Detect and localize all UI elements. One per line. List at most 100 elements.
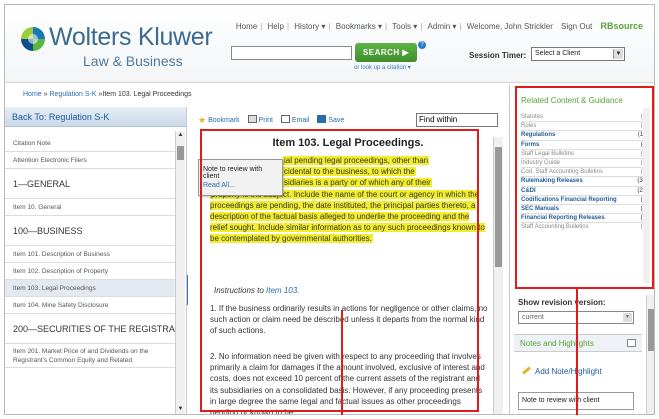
related-content-list: Statutes(0)Rules(0)Regulations(11)Forms(… — [521, 113, 648, 232]
related-content-label[interactable]: C&DI — [521, 187, 536, 195]
related-content-item[interactable]: Financial Reporting Releases(1) — [521, 213, 648, 222]
email-button[interactable]: Email — [280, 115, 309, 124]
search-button[interactable]: SEARCH ▶ — [355, 43, 417, 62]
related-content-item[interactable]: C&DI(22) — [521, 185, 648, 195]
highlighted-text[interactable]: ial pending legal proceedings, other tha… — [283, 156, 430, 165]
related-content-label[interactable]: Financial Reporting Releases — [521, 214, 605, 222]
right-panel-scrollbar[interactable] — [646, 295, 654, 414]
note-item[interactable]: Note to review with client — [518, 392, 634, 410]
related-content-label[interactable]: Codifications Financial Reporting — [521, 196, 617, 204]
document-pane: ★ Bookmark Print Email Save Find within I… — [188, 107, 508, 415]
related-content-label: Staff Accounting Bulletins — [521, 224, 589, 231]
related-content-item[interactable]: SEC Manuals(3) — [521, 204, 648, 213]
note-popup-text: Note to review with client — [203, 166, 263, 180]
note-popup[interactable]: Note to review with client Read All... — [198, 159, 283, 196]
breadcrumb-home[interactable]: Home — [23, 91, 42, 98]
related-content-label: Industry Guide — [521, 160, 561, 167]
paragraph-2: 2. No information need be given with res… — [210, 352, 485, 415]
pencil-icon — [522, 366, 531, 375]
related-content-item[interactable]: Rulemaking Releases(34) — [521, 176, 648, 185]
scroll-thumb[interactable] — [177, 146, 184, 160]
read-all-link[interactable]: Read All... — [203, 182, 278, 189]
related-content-label[interactable]: Rulemaking Releases — [521, 177, 583, 185]
scroll-down-icon[interactable]: ▼ — [176, 405, 185, 414]
client-select[interactable]: Select a Client ▼ — [531, 47, 625, 61]
paragraph-1: 1. If the business ordinarily results in… — [210, 304, 488, 336]
toc-item[interactable]: Item 201. Market Price of and Dividends … — [5, 344, 175, 368]
highlighted-text[interactable]: property is the subject. Include the nam… — [210, 189, 485, 244]
save-button[interactable]: Save — [317, 115, 344, 124]
help-icon[interactable]: ? — [418, 41, 426, 49]
related-content-label: Cod. Staff Accounting Bulletins — [521, 169, 603, 176]
toc-item[interactable]: Item 104. Mine Safety Disclosure — [5, 297, 175, 314]
chevron-down-icon[interactable]: ▼ — [623, 313, 632, 322]
welcome-text: Welcome, John Strickler — [466, 22, 553, 31]
breadcrumb: Home » Regulation S-K »Item 103. Legal P… — [23, 91, 192, 98]
related-content-label[interactable]: Forms — [521, 141, 539, 149]
toc-item[interactable]: Item 103. Legal Proceedings — [5, 280, 175, 297]
toc-list: Citation Note Attention Electronic Filers… — [5, 135, 175, 368]
nav-admin[interactable]: Admin ▾ — [425, 22, 460, 31]
related-content-item: Staff Legal Bulletins(0) — [521, 148, 648, 158]
notes-highlights-header[interactable]: Notes and Highlights — [514, 334, 642, 352]
nav-history[interactable]: History ▾ — [291, 22, 328, 31]
print-button[interactable]: Print — [247, 115, 273, 124]
minimize-icon[interactable] — [627, 339, 636, 347]
toc-item[interactable]: Citation Note — [5, 135, 175, 152]
related-content-scrollbar[interactable] — [643, 108, 650, 283]
related-content-label: Statutes — [521, 114, 544, 120]
breadcrumb-regulation[interactable]: Regulation S-K — [49, 91, 96, 98]
related-content-box: Related Content & Guidance Statutes(0) Ru… — [515, 86, 654, 289]
breadcrumb-current: Item 103. Legal Proceedings — [102, 91, 192, 98]
item-103-link[interactable]: Item 103. — [266, 286, 299, 295]
nav-tools[interactable]: Tools ▾ — [389, 22, 420, 31]
related-content-item: Staff Accounting Bulletins(0) — [521, 222, 648, 231]
scroll-up-icon[interactable]: ▲ — [176, 131, 185, 140]
toc-panel: Back To: Regulation S-K Citation Note Att… — [5, 107, 187, 414]
related-content-item: Cod. Staff Accounting Bulletins(0) — [521, 167, 648, 176]
related-content-item[interactable]: Forms(4) — [521, 139, 648, 149]
highlighted-text[interactable]: cidental to the business, to which the — [283, 167, 416, 177]
brand-name[interactable]: Wolters Kluwer — [49, 23, 213, 52]
toc-item[interactable]: Attention Electronic Filers — [5, 152, 175, 169]
envelope-icon — [280, 115, 290, 123]
toc-item[interactable]: Item 10. General — [5, 199, 175, 216]
related-content-item: Industry Guide(0) — [521, 158, 648, 167]
revision-label: Show revision version: — [518, 298, 606, 307]
toc-section-heading[interactable]: 1—GENERAL — [5, 169, 175, 199]
toc-section-heading[interactable]: 200—SECURITIES OF THE REGISTRANT — [5, 314, 175, 344]
toc-scrollbar[interactable]: ▲ ▼ — [175, 131, 185, 414]
back-to-button[interactable]: Back To: Regulation S-K — [5, 107, 186, 127]
revision-select[interactable]: current ▼ — [518, 311, 634, 324]
header: Wolters Kluwer Law & Business Home | Help… — [5, 5, 654, 83]
toc-item[interactable]: Item 102. Description of Property — [5, 263, 175, 280]
star-icon: ★ — [198, 115, 207, 125]
printer-icon — [247, 115, 257, 123]
nav-help[interactable]: Help — [265, 22, 287, 31]
related-content-item: Statutes(0) — [521, 113, 648, 121]
top-navigation: Home | Help | History ▾ | Bookmarks ▾ | Tool… — [233, 21, 646, 31]
related-content-label[interactable]: SEC Manuals — [521, 205, 559, 213]
toc-section-heading[interactable]: 100—BUSINESS — [5, 216, 175, 246]
related-content-item[interactable]: Codifications Financial Reporting(1) — [521, 194, 648, 204]
related-content-label[interactable]: Regulations — [521, 131, 555, 139]
sign-out-link[interactable]: Sign Out — [558, 22, 595, 31]
related-content-item[interactable]: Regulations(11) — [521, 130, 648, 139]
wolters-kluwer-logo-icon[interactable] — [21, 27, 45, 51]
document-scrollbar[interactable] — [493, 137, 503, 414]
app-window: Wolters Kluwer Law & Business Home | Help… — [4, 4, 655, 415]
related-content-title: Related Content & Guidance — [521, 96, 623, 105]
toc-item[interactable]: Item 101. Description of Business — [5, 246, 175, 263]
highlighted-text[interactable]: sidiaries is a party or of which any of … — [283, 178, 432, 188]
nav-bookmarks[interactable]: Bookmarks ▾ — [333, 22, 385, 31]
scroll-thumb[interactable] — [495, 147, 502, 267]
add-note-button[interactable]: Add Note/Highlight — [522, 366, 602, 376]
chevron-down-icon[interactable]: ▼ — [613, 49, 623, 59]
revision-select-value: current — [522, 314, 544, 321]
scroll-thumb[interactable] — [648, 309, 654, 351]
nav-home[interactable]: Home — [233, 22, 260, 31]
find-within-input[interactable]: Find within — [416, 113, 498, 127]
bookmark-button[interactable]: ★ Bookmark — [198, 115, 240, 125]
lookup-citation-link[interactable]: or look up a citation ▾ — [354, 64, 411, 71]
search-input[interactable] — [231, 46, 352, 60]
